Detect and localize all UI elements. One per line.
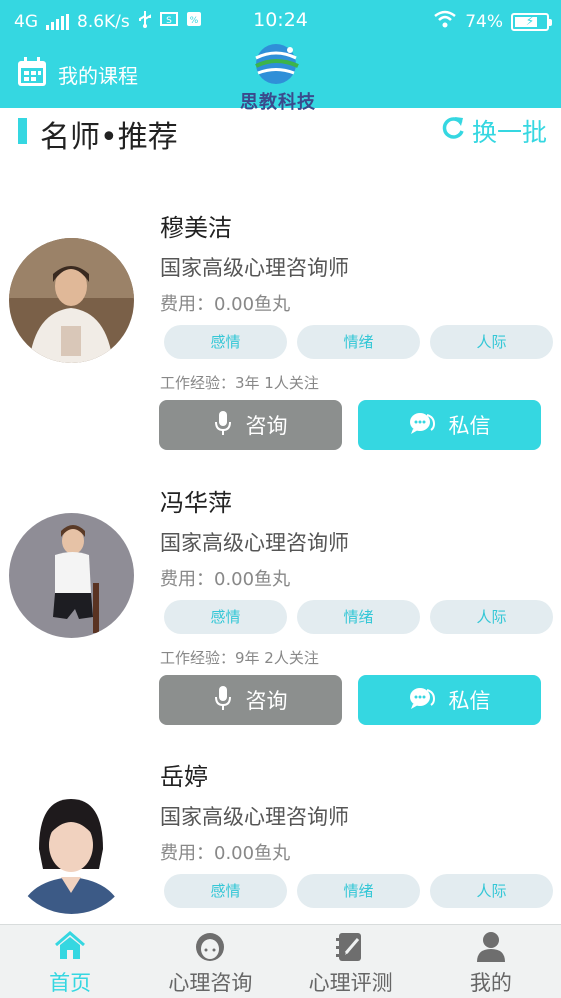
tab-label: 心理评测 [308,971,393,995]
tab-home[interactable]: 首页 [0,925,140,998]
status-right: 74% ⚡ [433,10,552,33]
user-icon [476,931,506,967]
chat-bubble-icon [409,686,435,715]
consult-label: 咨询 [245,689,288,713]
teacher-card[interactable]: 穆美洁 国家高级心理咨询师 费用：0.00鱼丸 感情 情绪 人际 工作经验：3年… [0,190,561,465]
teacher-fee: 费用：0.00鱼丸 [160,569,291,590]
home-icon [54,931,86,965]
teacher-experience: 工作经验：3年 1人关注 [160,374,319,392]
consult-button[interactable]: 咨询 [159,675,342,725]
teacher-card[interactable]: 岳婷 国家高级心理咨询师 费用：0.00鱼丸 感情 情绪 人际 [0,739,561,924]
avatar[interactable] [9,238,134,363]
teacher-name: 岳婷 [160,763,208,791]
battery-percent: 74% [465,11,503,32]
avatar[interactable] [9,789,134,914]
teacher-title: 国家高级心理咨询师 [160,256,349,280]
tag: 感情 [164,600,287,634]
recommend-section-header: 名师•推荐 换一批 [0,108,561,168]
calendar-icon [16,56,48,93]
tag: 情绪 [297,600,420,634]
tag-list: 感情 情绪 人际 [164,874,553,908]
message-label: 私信 [448,689,491,713]
avatar[interactable] [9,513,134,638]
tab-label: 我的 [469,971,512,995]
status-bar: 4G 8.6K/s S % 10:24 74% ⚡ [0,0,561,40]
globe-logo-icon [255,44,299,84]
consult-button[interactable]: 咨询 [159,400,342,450]
refresh-icon [440,115,466,147]
message-label: 私信 [448,414,491,438]
tab-mine[interactable]: 我的 [421,925,561,998]
tag: 感情 [164,325,287,359]
teacher-fee: 费用：0.00鱼丸 [160,294,291,315]
my-course-button[interactable]: 我的课程 [16,56,138,93]
tag: 感情 [164,874,287,908]
private-message-button[interactable]: 私信 [358,675,541,725]
teacher-name: 穆美洁 [160,214,232,242]
microphone-icon [214,685,232,716]
assessment-icon [335,931,366,967]
teacher-name: 冯华萍 [160,489,232,517]
tab-counseling[interactable]: 心理咨询 [140,925,280,998]
tag: 人际 [430,600,553,634]
wifi-icon [433,10,457,33]
bottom-tab-bar: 首页 心理咨询 心理评测 我的 [0,924,561,998]
section-marker [18,118,27,144]
my-course-label: 我的课程 [58,64,138,88]
section-title: 名师•推荐 [40,120,178,155]
chat-bubble-icon [409,411,435,440]
battery-icon: ⚡ [511,12,552,31]
teacher-card[interactable]: 冯华萍 国家高级心理咨询师 费用：0.00鱼丸 感情 情绪 人际 工作经验：9年… [0,465,561,740]
tag-list: 感情 情绪 人际 [164,325,553,359]
teacher-experience: 工作经验：9年 2人关注 [160,649,319,667]
tag: 人际 [430,325,553,359]
tag: 情绪 [297,325,420,359]
tag-list: 感情 情绪 人际 [164,600,553,634]
teacher-title: 国家高级心理咨询师 [160,805,349,829]
logo: 思教科技 [234,40,322,113]
app-header: 我的课程 思教科技 [0,40,561,113]
tag: 情绪 [297,874,420,908]
consult-label: 咨询 [245,414,288,438]
tab-label: 心理咨询 [168,971,253,995]
tag: 人际 [430,874,553,908]
tab-label: 首页 [49,971,92,995]
microphone-icon [214,410,232,441]
refresh-batch-button[interactable]: 换一批 [440,113,547,149]
teacher-title: 国家高级心理咨询师 [160,531,349,555]
counselor-icon [194,931,226,967]
refresh-label: 换一批 [471,118,547,147]
tab-assessment[interactable]: 心理评测 [281,925,421,998]
private-message-button[interactable]: 私信 [358,400,541,450]
teacher-fee: 费用：0.00鱼丸 [160,843,291,864]
